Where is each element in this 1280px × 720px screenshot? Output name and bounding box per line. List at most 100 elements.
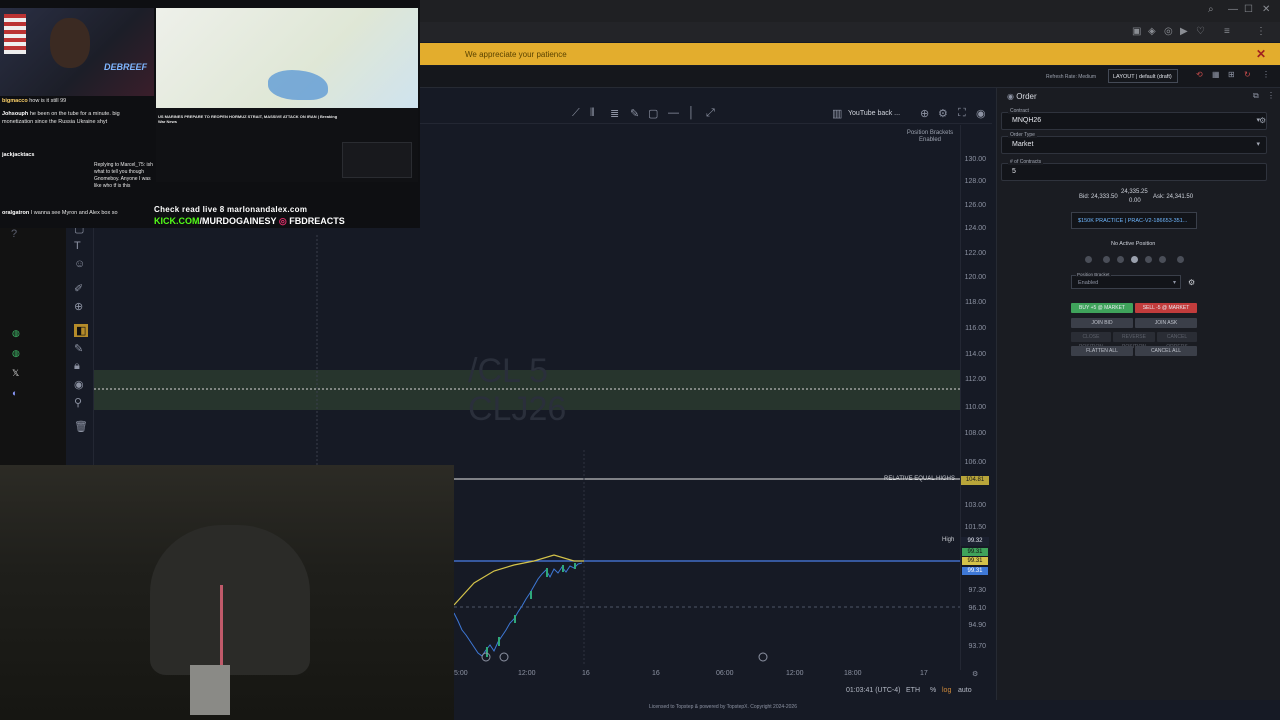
gear-icon[interactable]: ⚙ [1188,278,1195,287]
play-icon[interactable]: ▶ [1180,26,1188,37]
social-icons: ◍ ◍ 𝕏 ◐ [8,325,28,405]
measure-icon[interactable]: ⤢ [706,107,715,120]
cancel-all-button[interactable]: CANCEL ALL [1135,346,1197,356]
qty-increment[interactable] [1177,256,1184,263]
gear-icon[interactable]: ⚙ [1259,116,1266,125]
extension-icon[interactable]: ◈ [1148,26,1156,37]
templates-icon[interactable]: ▥ [832,107,842,120]
refresh-rate-label[interactable]: Refresh Rate: Medium [1046,74,1096,80]
time-axis[interactable]: 5:00 12:00 16 16 06:00 12:00 18:00 17 ⚙ [454,666,992,682]
last-price: 24,335.25 [1121,189,1148,195]
maximize-icon[interactable]: ☐ [1244,4,1253,15]
zoom-in-icon[interactable]: ⊕ [74,300,83,313]
qty-pill[interactable] [1117,256,1124,263]
heart-icon[interactable]: ♡ [1196,26,1205,37]
cancel-orders-button[interactable]: CANCEL ORDERS [1157,332,1197,350]
more-icon[interactable]: ⋮ [1267,91,1275,100]
fullscreen-icon[interactable]: ⛶ [958,107,966,120]
popout-icon[interactable]: ⧉ [1253,91,1259,101]
close-position-button[interactable]: CLOSE POSITION [1071,332,1111,350]
account-select[interactable]: $150K PRACTICE | PRAC-V2-186653-351... [1071,212,1197,229]
whatsapp-icon[interactable]: ◍ [12,348,20,359]
menu-icon[interactable]: ≡ [1224,26,1230,37]
percent-toggle[interactable]: % [930,687,936,694]
position-brackets-toggle[interactable]: Position Brackets Enabled [905,130,955,144]
brush-icon[interactable]: ✎ [630,107,639,120]
auto-toggle[interactable]: auto [958,687,972,694]
event-marker[interactable] [758,652,768,662]
eye-icon[interactable]: ◉ [74,378,84,391]
lock-icon[interactable]: 🔒︎ [74,360,80,373]
second-webcam [0,465,454,720]
ruler-icon[interactable]: ✐ [74,282,83,295]
join-ask-button[interactable]: JOIN ASK [1135,318,1197,328]
x-tick: 17 [920,670,928,677]
text-icon[interactable]: T [74,240,81,252]
buy-market-button[interactable]: BUY +5 @ MARKET [1071,303,1133,313]
x-tick: 5:00 [454,670,468,677]
help-icon[interactable]: ? [11,228,17,240]
pencil-icon[interactable]: ✎ [74,342,83,355]
order-title-text: Order [1016,92,1037,101]
bracket-select[interactable]: Position Bracket Enabled ▾ [1071,272,1181,289]
discord-icon[interactable]: ◐ [12,388,17,398]
event-marker[interactable] [499,652,509,662]
clock-display[interactable]: 01:03:41 (UTC-4) [846,687,900,694]
last-change: 0.00 [1129,198,1141,204]
refresh-icon[interactable]: ↻ [1244,70,1251,79]
camera-icon[interactable]: ◉ [976,107,986,120]
close-icon[interactable]: ✕ [1256,47,1266,61]
contract-select[interactable]: Contract MNQH26 ▾ [1001,108,1267,130]
chart-icon[interactable]: ⊞ [1228,70,1235,79]
sell-market-button[interactable]: SELL -5 @ MARKET [1135,303,1197,313]
rectangle-icon[interactable]: ▢ [648,107,658,120]
fib-icon[interactable]: ≣ [610,107,619,120]
x-tick: 16 [582,670,590,677]
qty-decrement[interactable] [1085,256,1092,263]
zoom-icon[interactable]: ⊕ [920,107,929,120]
more-icon[interactable]: ⋮ [1262,70,1270,79]
vertical-line-icon[interactable]: │ [688,107,695,119]
search-icon[interactable]: ⌕ [1208,4,1214,15]
flatten-all-button[interactable]: FLATTEN ALL [1071,346,1133,356]
order-type-select[interactable]: Order Type Market ▾ [1001,132,1267,154]
join-bid-button[interactable]: JOIN BID [1071,318,1133,328]
contracts-input[interactable]: # of Contracts 5 [1001,159,1267,181]
chat-username: oralgatron [2,210,30,216]
settings-icon[interactable]: ⚙ [972,670,978,678]
trash-icon[interactable]: 🗑︎ [74,420,88,433]
session-toggle[interactable]: ETH [906,687,920,694]
extension-icon[interactable]: ◎ [1164,26,1173,37]
more-icon[interactable]: ⋮ [1256,26,1266,37]
chart-watermark: /CL 5 CLJ26 [468,352,566,428]
layout-select[interactable]: LAYOUT | default (draft) [1108,69,1178,83]
qty-pill[interactable] [1145,256,1152,263]
pitchfork-icon[interactable]: ⫴ [590,107,595,120]
close-window-icon[interactable]: ✕ [1262,4,1270,15]
emoji-icon[interactable]: ☺ [74,258,85,270]
link-icon[interactable]: ⚲ [74,396,82,409]
layout-icon[interactable]: ▦ [1212,70,1220,79]
person-silhouette [150,525,310,675]
horizontal-line-icon[interactable]: — [668,107,679,119]
log-toggle[interactable]: log [942,687,951,694]
template-select[interactable]: YouTube back ... [848,110,900,117]
y-tick: 96.10 [968,605,986,612]
extension-icon[interactable]: ▣ [1132,26,1141,37]
app-header: Refresh Rate: Medium LAYOUT | default (d… [420,66,1280,88]
settings-icon[interactable]: ⚙ [938,107,948,120]
magnet-icon[interactable]: ◧ [74,324,89,337]
x-icon[interactable]: 𝕏 [12,368,19,379]
qty-pill[interactable] [1131,256,1138,263]
price-axis[interactable]: 130.00 128.00 126.00 124.00 122.00 120.0… [960,125,992,670]
whatsapp-icon[interactable]: ◍ [12,328,20,339]
qty-pill[interactable] [1159,256,1166,263]
qty-pill[interactable] [1103,256,1110,263]
reverse-position-button[interactable]: REVERSE POSITION [1113,332,1155,350]
y-tick: 103.00 [964,502,986,509]
minimize-icon[interactable]: — [1228,4,1238,15]
y-tick: 124.00 [964,225,986,232]
price-tag: 99.31 [962,557,988,565]
trendline-icon[interactable]: ⟋ [572,107,580,120]
record-icon[interactable]: ⟲ [1196,70,1203,79]
